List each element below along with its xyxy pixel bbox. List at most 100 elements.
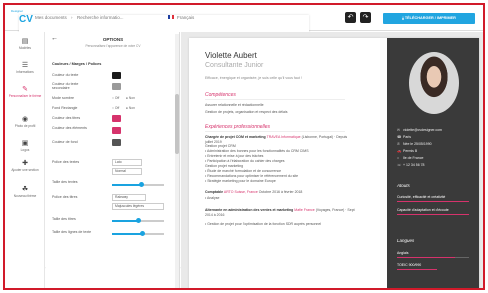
rail-item-logos[interactable]: ▣ Logos [5,140,45,152]
rail-item-label: Personnaliser le thème [8,94,42,98]
rectangle-background-label: Fond Rectangle [52,106,78,110]
exp-1-line: Gestion projet CRM [205,144,236,148]
text-font-label: Police des textes [52,160,80,164]
top-bar: CV Designer Mes documents › Recherche in… [5,5,483,267]
exp-1-line: Gestion projet marketing [205,164,244,168]
panel-title: OPTIONS [102,37,124,42]
exp-1-line: • Recommandations pour optimiser le réfé… [205,174,299,178]
atout-item: Curiosité, efficacité et créativité [397,195,446,199]
element-color-swatch[interactable] [112,127,121,134]
dark-mode-off-radio[interactable]: ○ Off [112,96,119,100]
divider [205,131,345,132]
left-icon-rail: ▤ Modèles ☰ Informations ✎ Personnaliser… [5,32,45,288]
rail-item-label: Logos [20,148,30,152]
rail-item-label: Informations [16,70,34,74]
rail-item-theme[interactable]: ✎ Personnaliser le thème [5,86,45,98]
brush-icon: ✎ [22,86,28,93]
breadcrumb-my-documents[interactable]: Mes documents [35,15,67,20]
rail-item-label: Nouveau thème [13,194,37,198]
cv-intro: Efficace, énergique et organisée, je sui… [205,76,302,80]
panel-tabs[interactable]: Couleurs / Marges / Polices [52,62,101,66]
options-panel: ← OPTIONS Personnalisez l'apparence de v… [46,32,180,288]
rail-item-profile-photo[interactable]: ◉ Photo de profil [5,116,45,128]
text-style-select[interactable]: Normal [112,168,142,175]
profile-photo[interactable] [409,52,459,114]
cv-sidebar: ✉ violette@cvdesigner.com ☎ Paris ✆ Née le … [387,38,479,288]
exp-1-line: • Entretenir et mise à jour des trâches [205,154,264,158]
dark-mode-label: Mode sombre [52,96,74,100]
rectangle-on-radio[interactable]: ● Non [126,106,135,110]
secondary-text-color-label: Couleur du texte secondaire [52,82,79,90]
exp-3-line: • Gestion de projet pour l'optimisation … [205,222,322,226]
panel-scrollbar[interactable] [175,34,179,288]
line-size-slider[interactable] [112,231,164,236]
exp-2-company: ARTO Suisse, France [223,190,258,194]
exp-3-title: Alternante en administration des ventes … [205,208,294,212]
skill-item: Gestion de projets, organisation et resp… [205,110,288,114]
experience-heading: Expériences professionnelles [205,124,271,130]
cv-name: Violette Aubert [205,51,257,60]
redo-icon[interactable]: ↷ [360,12,371,23]
theme-icon: ☘ [21,186,29,193]
rail-item-label: Photo de profil [14,124,36,128]
language-level-bar [397,257,455,258]
download-print-button[interactable]: ⤓ TÉLÉCHARGER / IMPRIMER [383,13,475,24]
exp-1-line: • Stratégie marketing pour le domaine Eu… [205,179,276,183]
contact-city: ☎ Paris [397,135,411,139]
atout-underline [397,214,469,215]
skill-item: Assurer relationnelle et rédactionnelle [205,103,264,107]
exp-2-meta: Octobre 2016 à février 2018 [258,190,303,194]
panel-subtitle: Personnalisez l'apparence de votre CV [85,44,141,48]
background-color-swatch[interactable] [112,139,121,146]
title-size-slider[interactable] [112,218,164,223]
text-size-slider[interactable] [112,182,164,187]
atout-item: Capacité d'adaptation et d'écoute [397,208,449,212]
exp-2-header: Comptable ARTO Suisse, France Octobre 20… [205,190,355,195]
rail-item-label: Modèles [18,46,32,50]
exp-1-line: • Participation à l'élaboration du cahie… [205,159,285,163]
plus-icon: ✚ [22,160,28,167]
title-style-select[interactable]: Majuscules légères [112,203,164,210]
breadcrumb-document-name[interactable]: Recherche informatio... [77,15,124,20]
title-color-swatch[interactable] [112,115,121,122]
contact-license: 🚗 Permis B [397,149,418,153]
title-font-select[interactable]: Raleway [112,194,146,201]
undo-icon[interactable]: ↶ [345,12,356,23]
rail-item-information[interactable]: ☰ Informations [5,62,45,74]
text-color-swatch[interactable] [112,72,121,79]
french-flag-icon[interactable] [168,15,174,19]
language-score-underline [397,269,437,270]
contact-email: ✉ violette@cvdesigner.com [397,128,442,132]
logo-icon: ▣ [21,140,29,147]
camera-icon: ◉ [21,116,29,123]
exp-3-header: Alternante en administration des ventes … [205,208,355,217]
text-font-select[interactable]: Lato [112,159,142,166]
rectangle-off-radio[interactable]: ○ Off [112,106,119,110]
info-list-icon: ☰ [21,62,29,69]
app-frame: CV Designer Mes documents › Recherche in… [3,3,485,290]
rail-item-new-theme[interactable]: ☘ Nouveau thème [5,186,45,198]
logo-subtext: Designer [11,9,24,13]
secondary-text-color-swatch[interactable] [112,83,121,90]
line-size-label: Taille des lignes de texte [52,230,92,234]
contact-birthdate: ✆ Née le 25/05/1990 [397,142,432,146]
exp-3-company: Mafie France [294,208,315,212]
element-color-label: Couleur des éléments [52,126,87,130]
divider [205,99,345,100]
rail-item-models[interactable]: ▤ Modèles [5,38,45,50]
exp-2-title: Comptable [205,190,224,194]
languages-heading: Langues [397,238,415,243]
rail-item-add-section[interactable]: ✚ Ajouter une section [5,160,45,172]
contact-phone: ☏ + 12 34 56 78 [397,163,425,167]
skills-heading: Compétences [205,92,236,98]
exp-1-line: • Administration des bonnes pour les fon… [205,149,309,153]
language-score: TOEIC 900/990 [397,263,422,267]
cv-document[interactable]: Violette Aubert Consultante Junior Effic… [189,38,479,288]
cv-designer-logo[interactable]: CV Designer [11,9,309,267]
exp-1-title: Chargée de projet COM et marketing [205,135,266,139]
exp-1-company: TRAVEA Informatique [266,135,301,139]
title-font-label: Police des titres [52,195,78,199]
language-selector[interactable]: Français [177,15,194,20]
dark-mode-on-radio[interactable]: ● Non [126,96,135,100]
background-color-label: Couleur de fond [52,140,78,144]
